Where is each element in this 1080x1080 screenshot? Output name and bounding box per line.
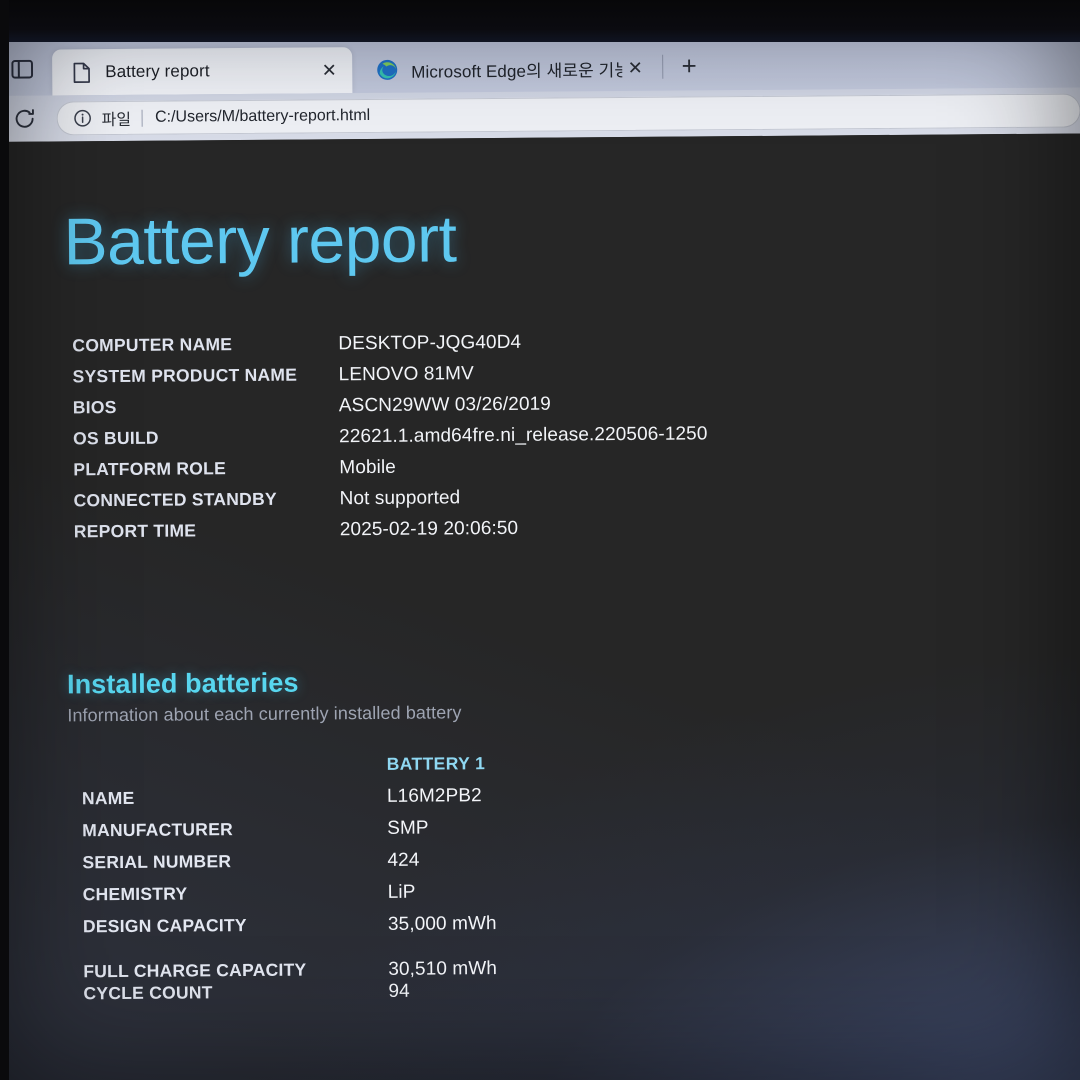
screen-photo: Battery report ✕ Microsoft Edge의 새로운 기능 … bbox=[0, 0, 1080, 1080]
system-info-table: COMPUTER NAME DESKTOP-JQG40D4 SYSTEM PRO… bbox=[72, 330, 708, 552]
row-value: LiP bbox=[387, 881, 416, 903]
url-text: C:/Users/M/battery-report.html bbox=[154, 107, 371, 126]
row-label: COMPUTER NAME bbox=[72, 334, 233, 356]
row-value: L16M2PB2 bbox=[386, 785, 482, 807]
table-row: FULL CHARGE CAPACITY 30,510 mWh bbox=[83, 945, 497, 983]
screen-bezel-top bbox=[0, 0, 1080, 42]
row-value: Not supported bbox=[339, 487, 461, 510]
table-row: CHEMISTRY LiP bbox=[83, 881, 497, 916]
url-separator bbox=[141, 109, 144, 127]
tab-search-icon[interactable] bbox=[4, 54, 40, 84]
row-label: DESIGN CAPACITY bbox=[82, 915, 247, 937]
reload-icon[interactable] bbox=[4, 99, 44, 139]
table-row: NAME L16M2PB2 bbox=[82, 785, 496, 820]
page-title: Battery report bbox=[63, 201, 457, 279]
row-label: PLATFORM ROLE bbox=[73, 458, 227, 480]
browser-chrome: Battery report ✕ Microsoft Edge의 새로운 기능 … bbox=[0, 33, 1080, 142]
row-value: 424 bbox=[387, 849, 420, 871]
tab-strip: Battery report ✕ Microsoft Edge의 새로운 기능 … bbox=[0, 33, 1080, 96]
row-label: BIOS bbox=[72, 397, 117, 418]
screen-bezel-left bbox=[0, 0, 9, 1080]
row-value: 30,510 mWh bbox=[388, 958, 498, 980]
table-row: SERIAL NUMBER 424 bbox=[82, 849, 496, 884]
row-label: CYCLE COUNT bbox=[83, 982, 213, 1004]
row-label: NAME bbox=[81, 787, 135, 809]
row-value: LENOVO 81MV bbox=[338, 363, 474, 386]
table-row: COMPUTER NAME DESKTOP-JQG40D4 bbox=[72, 330, 707, 366]
url-scheme-label: 파일 bbox=[101, 111, 132, 130]
table-row: SYSTEM PRODUCT NAME LENOVO 81MV bbox=[73, 361, 708, 397]
table-header-row: BATTERY 1 bbox=[82, 753, 496, 788]
table-row: DESIGN CAPACITY 35,000 mWh bbox=[83, 913, 497, 948]
info-circle-icon[interactable] bbox=[73, 108, 93, 128]
battery-report-page: Battery report COMPUTER NAME DESKTOP-JQG… bbox=[0, 133, 1080, 1080]
row-label: SERIAL NUMBER bbox=[82, 851, 232, 873]
row-label: OS BUILD bbox=[73, 427, 159, 449]
new-tab-button[interactable]: + bbox=[670, 48, 708, 82]
tab-battery-report[interactable]: Battery report ✕ bbox=[52, 47, 353, 96]
row-label: CONNECTED STANDBY bbox=[73, 488, 277, 511]
table-row: OS BUILD 22621.1.amd64fre.ni_release.220… bbox=[73, 423, 708, 459]
row-label-empty bbox=[82, 754, 387, 788]
installed-batteries-heading: Installed batteries bbox=[66, 667, 299, 700]
installed-batteries-table: BATTERY 1 NAME L16M2PB2 MANUFACTURER SMP… bbox=[82, 753, 498, 1015]
column-header-battery-1: BATTERY 1 bbox=[386, 753, 486, 774]
row-label: SYSTEM PRODUCT NAME bbox=[72, 364, 298, 387]
row-label: REPORT TIME bbox=[73, 520, 197, 542]
table-row: BIOS ASCN29WW 03/26/2019 bbox=[73, 392, 708, 428]
row-value: DESKTOP-JQG40D4 bbox=[338, 331, 522, 355]
row-label: MANUFACTURER bbox=[82, 819, 234, 841]
edge-logo-icon bbox=[376, 59, 398, 81]
page-icon bbox=[70, 61, 92, 83]
row-value: 2025-02-19 20:06:50 bbox=[339, 517, 519, 541]
tab-title: Microsoft Edge의 새로운 기능 bbox=[411, 60, 623, 82]
row-value: 94 bbox=[388, 980, 410, 1002]
row-label: FULL CHARGE CAPACITY bbox=[83, 959, 307, 982]
table-row: CONNECTED STANDBY Not supported bbox=[74, 485, 709, 521]
row-value: ASCN29WW 03/26/2019 bbox=[338, 393, 552, 417]
table-row: CYCLE COUNT 94 bbox=[83, 980, 497, 1015]
row-label: CHEMISTRY bbox=[82, 883, 188, 905]
tab-title: Battery report bbox=[105, 61, 210, 82]
browser-window: Battery report ✕ Microsoft Edge의 새로운 기능 … bbox=[0, 33, 1080, 1080]
installed-batteries-subtitle: Information about each currently install… bbox=[67, 702, 462, 726]
row-value: SMP bbox=[387, 817, 429, 839]
table-row: MANUFACTURER SMP bbox=[82, 817, 496, 852]
row-value: Mobile bbox=[339, 456, 397, 479]
tab-close-icon[interactable]: ✕ bbox=[622, 55, 648, 81]
tab-divider bbox=[662, 54, 664, 79]
row-value: 22621.1.amd64fre.ni_release.220506-1250 bbox=[339, 423, 708, 448]
table-row: PLATFORM ROLE Mobile bbox=[73, 454, 708, 490]
tab-edge-whats-new[interactable]: Microsoft Edge의 새로운 기능 ✕ bbox=[358, 45, 658, 93]
address-bar[interactable]: 파일 C:/Users/M/battery-report.html bbox=[56, 93, 1080, 136]
tab-close-icon[interactable]: ✕ bbox=[316, 57, 342, 83]
row-value: 35,000 mWh bbox=[387, 913, 497, 935]
table-row: REPORT TIME 2025-02-19 20:06:50 bbox=[74, 516, 709, 552]
